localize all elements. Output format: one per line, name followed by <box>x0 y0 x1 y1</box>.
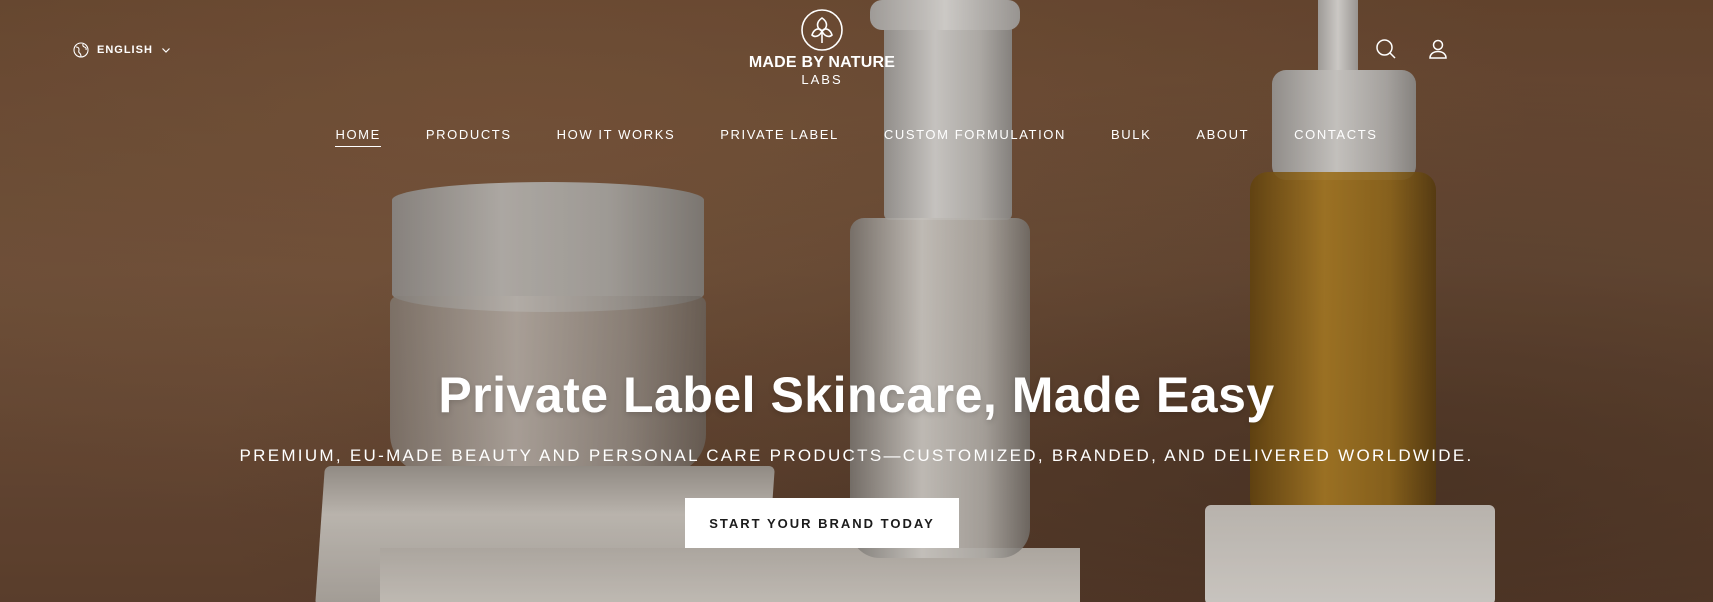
start-brand-button[interactable]: START YOUR BRAND TODAY <box>685 498 959 548</box>
site-logo[interactable]: MADE BY NATURE LABS <box>740 8 904 87</box>
nav-private-label[interactable]: PRIVATE LABEL <box>720 127 839 146</box>
hero-subtitle: PREMIUM, EU-MADE BEAUTY AND PERSONAL CAR… <box>239 446 1474 465</box>
logo-name: MADE BY NATURE <box>748 54 896 71</box>
leaf-emblem-icon <box>801 9 843 51</box>
user-icon[interactable] <box>1427 38 1449 60</box>
language-selector[interactable]: ENGLISH <box>73 40 171 60</box>
nav-home[interactable]: HOME <box>335 127 381 147</box>
nav-custom-formulation[interactable]: CUSTOM FORMULATION <box>884 127 1066 146</box>
header-actions <box>1375 38 1449 60</box>
search-icon[interactable] <box>1375 38 1397 60</box>
chevron-down-icon <box>161 48 170 53</box>
nav-about[interactable]: ABOUT <box>1196 127 1249 146</box>
nav-contacts[interactable]: CONTACTS <box>1294 127 1377 146</box>
language-label: ENGLISH <box>97 44 153 56</box>
nav-how-it-works[interactable]: HOW IT WORKS <box>557 127 676 146</box>
nav-products[interactable]: PRODUCTS <box>426 127 512 146</box>
globe-icon <box>73 42 89 58</box>
hero-title: Private Label Skincare, Made Easy <box>438 367 1275 423</box>
main-navigation: HOME PRODUCTS HOW IT WORKS PRIVATE LABEL… <box>0 126 1713 147</box>
nav-bulk[interactable]: BULK <box>1111 127 1151 146</box>
logo-subtitle: LABS <box>801 72 843 87</box>
